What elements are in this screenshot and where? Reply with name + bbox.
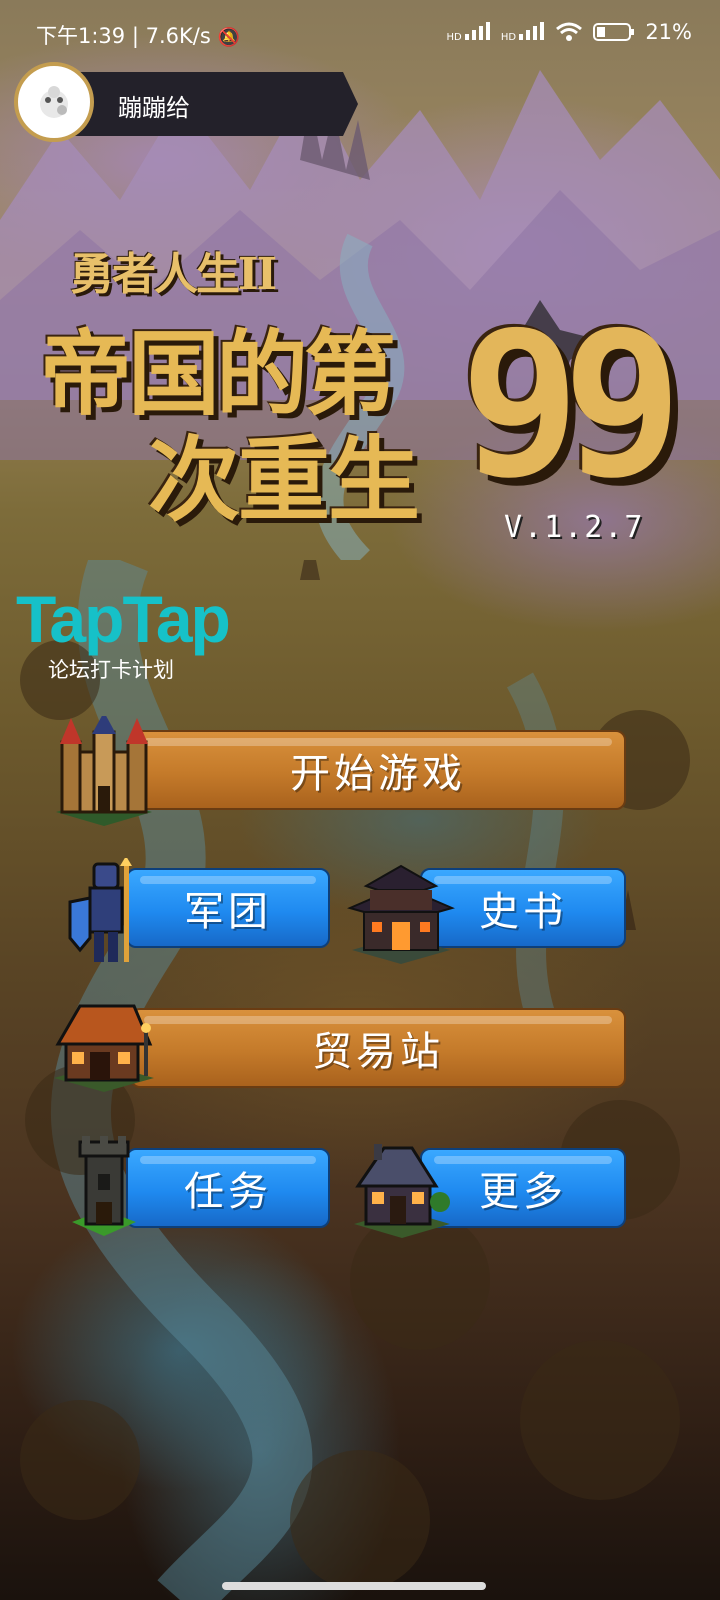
tower-icon — [72, 1136, 136, 1236]
game-title-logo: 勇者人生II 帝国的第 次重生 99 — [40, 220, 683, 540]
signal-icon: HD — [446, 21, 490, 43]
avatar-image-icon — [40, 86, 68, 118]
signal-icon-2: HD — [501, 21, 545, 43]
title-number: 99 — [460, 289, 683, 522]
taptap-promo[interactable]: TapTap 论坛打卡计划 — [16, 582, 231, 684]
wifi-icon — [556, 22, 583, 41]
title-line-2: 次重生 — [148, 426, 420, 534]
castle-icon — [56, 716, 152, 826]
name-banner — [58, 72, 358, 136]
knight-icon — [68, 858, 132, 962]
quest-button[interactable]: 任务 — [126, 1148, 330, 1228]
title-series: 勇者人生II — [70, 249, 277, 300]
taptap-logo: TapTap — [16, 582, 231, 656]
shop-icon — [54, 1004, 154, 1092]
house-icon — [354, 1144, 450, 1238]
more-label: 更多 — [479, 1169, 567, 1215]
history-label: 史书 — [479, 889, 567, 935]
trade-station-button[interactable]: 贸易站 — [130, 1008, 626, 1088]
battery-icon — [593, 23, 635, 41]
status-left: 下午1:39 | 7.6K/s 🔕 — [36, 24, 240, 48]
start-game-label: 开始游戏 — [290, 751, 466, 797]
legion-button[interactable]: 军团 — [126, 868, 330, 948]
clock: 下午1:39 — [36, 24, 126, 48]
taptap-subtitle: 论坛打卡计划 — [48, 658, 174, 682]
battery-level: 21% — [645, 20, 692, 44]
start-game-button[interactable]: 开始游戏 — [130, 730, 626, 810]
trade-station-label: 贸易站 — [312, 1029, 444, 1075]
pagoda-icon — [347, 864, 455, 964]
network-speed: 7.6K/s — [145, 24, 211, 48]
version-label: V.1.2.7 — [504, 510, 645, 545]
mute-icon: 🔕 — [217, 27, 240, 48]
avatar[interactable] — [14, 62, 94, 142]
quest-label: 任务 — [184, 1169, 272, 1215]
status-right: HD HD 21% — [446, 20, 692, 44]
player-profile[interactable]: 蹦蹦给 — [14, 60, 364, 142]
player-name: 蹦蹦给 — [118, 94, 190, 122]
home-indicator[interactable] — [222, 1582, 486, 1590]
legion-label: 军团 — [184, 889, 272, 935]
